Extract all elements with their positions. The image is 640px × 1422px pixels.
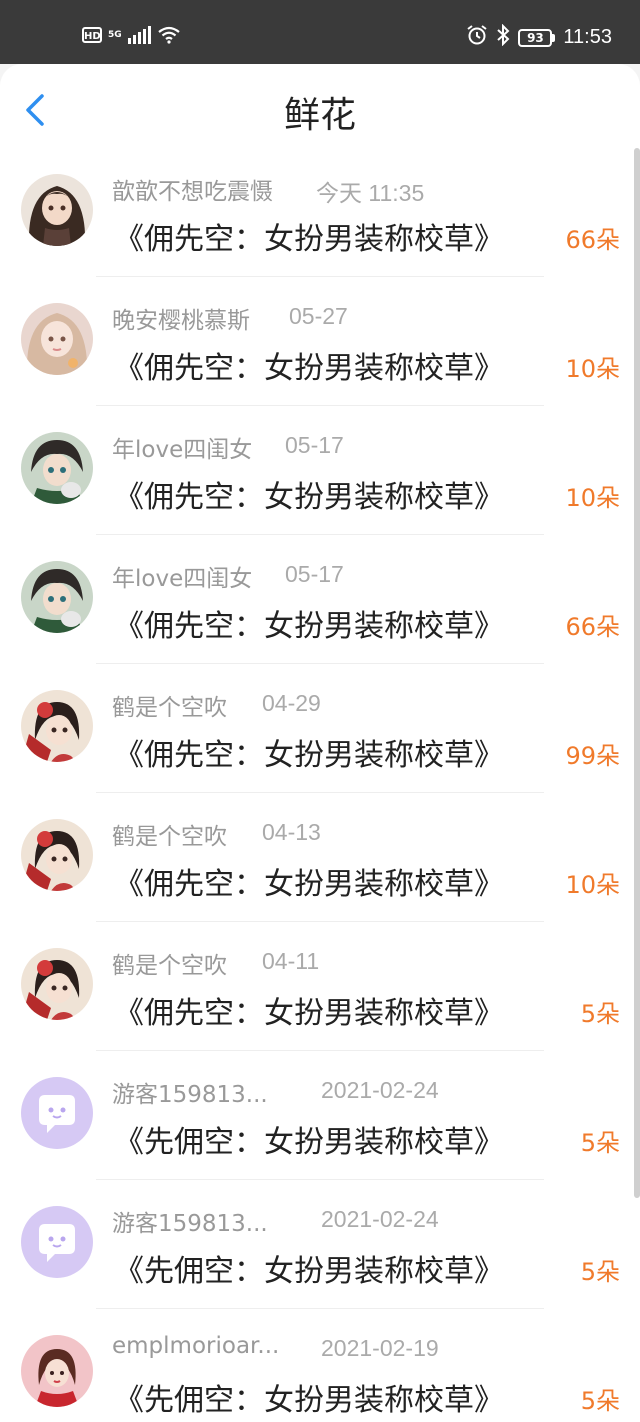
list-item[interactable]: 年love四闺女 05-17 《佣先空：女扮男装称校草》 10朵 [0,406,640,535]
flower-amount: 5朵 [580,1387,620,1415]
avatar[interactable] [21,174,93,246]
username: 年love四闺女 [112,566,253,592]
flower-amount: 5朵 [580,1000,620,1028]
date: 05-17 [285,561,344,587]
flower-amount: 5朵 [580,1129,620,1157]
list-item[interactable]: 年love四闺女 05-17 《佣先空：女扮男装称校草》 66朵 [0,535,640,664]
avatar[interactable] [21,303,93,375]
date: 2021-02-19 [321,1335,439,1361]
alarm-icon [466,24,488,51]
avatar[interactable] [21,1335,93,1407]
scrollbar[interactable] [634,148,640,1198]
book-title: 《佣先空：女扮男装称校草》 [114,480,504,515]
username: 年love四闺女 [112,437,253,463]
avatar[interactable] [21,1077,93,1149]
flower-amount: 99朵 [565,742,620,770]
list-item[interactable]: 鹤是个空吹 04-11 《佣先空：女扮男装称校草》 5朵 [0,922,640,1051]
avatar[interactable] [21,561,93,633]
avatar[interactable] [21,1206,93,1278]
username: 鹤是个空吹 [112,953,227,979]
book-title: 《先佣空：女扮男装称校草》 [114,1254,504,1289]
avatar[interactable] [21,819,93,891]
book-title: 《佣先空：女扮男装称校草》 [114,738,504,773]
bluetooth-icon [496,23,510,51]
date: 04-11 [262,948,320,974]
list-item[interactable]: 鹤是个空吹 04-29 《佣先空：女扮男装称校草》 99朵 [0,664,640,793]
avatar[interactable] [21,690,93,762]
book-title: 《佣先空：女扮男装称校草》 [114,996,504,1031]
date: 04-13 [262,819,321,845]
username: 歆歆不想吃震慑 [112,179,273,205]
date: 今天 11:35 [316,180,425,206]
date: 2021-02-24 [321,1206,439,1232]
status-right: 93 11:53 [466,23,612,51]
date: 2021-02-24 [321,1077,439,1103]
list-item[interactable]: 鹤是个空吹 04-13 《佣先空：女扮男装称校草》 10朵 [0,793,640,922]
flower-amount: 66朵 [565,613,620,641]
page-header: 鲜花 [0,64,640,148]
date: 05-27 [289,303,348,329]
book-title: 《佣先空：女扮男装称校草》 [114,867,504,902]
list-item[interactable]: 歆歆不想吃震慑 今天 11:35 《佣先空：女扮男装称校草》 66朵 [0,148,640,277]
username: emplmorioar... [112,1333,280,1359]
status-left: HD 5G [82,26,181,44]
clock: 11:53 [563,26,612,48]
username: 游客159813... [112,1211,268,1237]
flower-amount: 10朵 [565,484,620,512]
list-item[interactable]: 晚安樱桃慕斯 05-27 《佣先空：女扮男装称校草》 10朵 [0,277,640,406]
battery-level: 93 [518,28,553,47]
avatar[interactable] [21,432,93,504]
status-bar: HD 5G 93 11:53 [0,0,640,64]
username: 游客159813... [112,1082,268,1108]
date: 04-29 [262,690,321,716]
flower-amount: 10朵 [565,355,620,383]
flower-amount: 10朵 [565,871,620,899]
username: 鹤是个空吹 [112,824,227,850]
book-title: 《先佣空：女扮男装称校草》 [114,1125,504,1160]
avatar[interactable] [21,948,93,1020]
book-title: 《先佣空：女扮男装称校草》 [114,1383,504,1418]
wifi-icon [157,26,181,44]
list-item[interactable]: 游客159813... 2021-02-24 《先佣空：女扮男装称校草》 5朵 [0,1051,640,1180]
signal-icon [127,26,151,44]
flower-amount: 5朵 [580,1258,620,1286]
list-item[interactable]: emplmorioar... 2021-02-19 《先佣空：女扮男装称校草》 … [0,1309,640,1422]
flower-list: 歆歆不想吃震慑 今天 11:35 《佣先空：女扮男装称校草》 66朵 晚安樱桃慕… [0,148,640,1422]
network-type: 5G [108,30,122,40]
flower-amount: 66朵 [565,226,620,254]
battery-icon: 93 [518,28,556,47]
book-title: 《佣先空：女扮男装称校草》 [114,222,504,257]
list-item[interactable]: 游客159813... 2021-02-24 《先佣空：女扮男装称校草》 5朵 [0,1180,640,1309]
book-title: 《佣先空：女扮男装称校草》 [114,351,504,386]
date: 05-17 [285,432,344,458]
username: 鹤是个空吹 [112,695,227,721]
book-title: 《佣先空：女扮男装称校草》 [114,609,504,644]
username: 晚安樱桃慕斯 [112,308,250,334]
hd-icon: HD [82,27,102,43]
page-title: 鲜花 [283,95,356,136]
